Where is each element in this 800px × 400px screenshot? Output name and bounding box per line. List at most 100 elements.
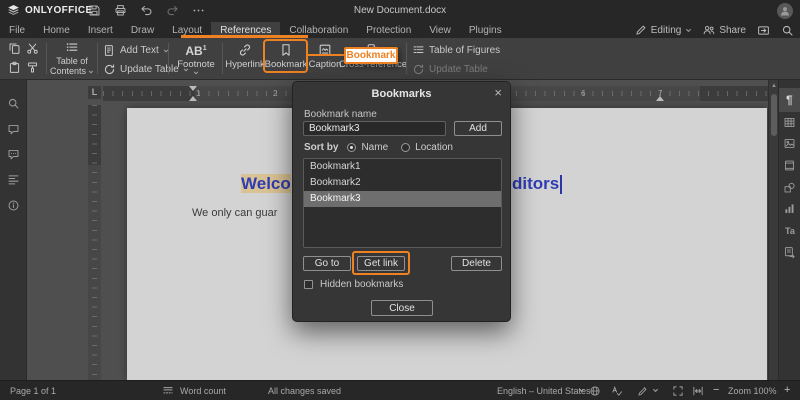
- annotation-connector-line: [308, 54, 344, 56]
- copy-button[interactable]: [8, 42, 21, 55]
- update-table-figures-button[interactable]: Update Table: [412, 63, 488, 76]
- list-item-bookmark3[interactable]: Bookmark3: [304, 191, 501, 207]
- undo-button[interactable]: [140, 4, 153, 17]
- table-of-figures-label: Table of Figures: [429, 45, 500, 56]
- update-table-figures-label: Update Table: [429, 64, 488, 75]
- bookmark-icon: [279, 43, 293, 57]
- fit-page-icon[interactable]: [672, 385, 684, 397]
- table-of-figures-button[interactable]: Table of Figures: [412, 44, 500, 57]
- tab-insert[interactable]: Insert: [79, 22, 122, 38]
- tab-plugins[interactable]: Plugins: [460, 22, 511, 38]
- open-file-location-button[interactable]: [757, 24, 770, 37]
- text-cursor: [560, 175, 562, 194]
- editing-mode-dropdown[interactable]: Editing: [635, 24, 693, 36]
- paragraph-settings-icon[interactable]: ¶: [786, 93, 793, 107]
- image-settings-icon[interactable]: [783, 137, 796, 150]
- add-button[interactable]: Add: [454, 121, 502, 136]
- heading-text-right[interactable]: ditors: [512, 174, 562, 194]
- bookmark-label: Bookmark: [265, 59, 308, 70]
- sort-location-label[interactable]: Location: [415, 142, 453, 153]
- more-quick-actions-button[interactable]: [192, 4, 205, 17]
- navigation-headings-icon[interactable]: [7, 173, 20, 186]
- mail-merge-icon[interactable]: [783, 246, 796, 259]
- print-button[interactable]: [114, 4, 127, 17]
- cut-button[interactable]: [26, 42, 39, 55]
- table-of-contents-button[interactable]: Table of Contents: [50, 41, 94, 76]
- hyperlink-button[interactable]: Hyperlink: [226, 43, 264, 70]
- bookmark-name-input[interactable]: [303, 121, 446, 136]
- caption-button[interactable]: Caption: [309, 43, 341, 70]
- text-art-settings-icon[interactable]: Ta: [785, 226, 795, 236]
- share-button[interactable]: Share: [703, 24, 746, 36]
- caption-label: Caption: [309, 59, 342, 70]
- hanging-indent-marker[interactable]: [189, 96, 197, 101]
- bookmark-button[interactable]: Bookmark: [266, 43, 306, 70]
- bookmark-name-label: Bookmark name: [304, 109, 377, 120]
- add-text-label: Add Text: [120, 45, 159, 56]
- go-to-button[interactable]: Go to: [303, 256, 351, 271]
- hidden-bookmarks-checkbox[interactable]: [304, 280, 313, 289]
- sort-by-row: Sort by Name Location: [304, 142, 466, 153]
- sort-location-radio[interactable]: [401, 143, 410, 152]
- paste-button[interactable]: [8, 61, 21, 74]
- spell-check-icon[interactable]: [611, 385, 623, 397]
- tab-view[interactable]: View: [420, 22, 460, 38]
- toolbar-separator: [97, 43, 98, 74]
- list-item-bookmark1[interactable]: Bookmark1: [304, 159, 501, 175]
- right-indent-marker[interactable]: [656, 96, 664, 101]
- language-selector[interactable]: English – United States: [497, 386, 591, 396]
- chevron-down-icon[interactable]: [578, 387, 585, 394]
- chart-settings-icon[interactable]: [783, 202, 796, 215]
- user-avatar[interactable]: [777, 3, 793, 19]
- track-changes-icon[interactable]: [637, 385, 649, 397]
- tab-home[interactable]: Home: [34, 22, 79, 38]
- list-item-bookmark2[interactable]: Bookmark2: [304, 175, 501, 191]
- set-language-globe-icon[interactable]: [589, 385, 601, 397]
- page-indicator[interactable]: Page 1 of 1: [10, 386, 56, 396]
- delete-button[interactable]: Delete: [451, 256, 502, 271]
- body-text[interactable]: We only can guar: [192, 207, 277, 219]
- vertical-ruler[interactable]: [88, 105, 101, 380]
- heading-text-left[interactable]: Welco: [241, 174, 291, 194]
- redo-button[interactable]: [166, 4, 179, 17]
- zoom-in-button[interactable]: +: [784, 384, 790, 396]
- search-icon[interactable]: [781, 24, 794, 37]
- comments-icon[interactable]: [7, 123, 20, 136]
- sort-name-radio[interactable]: [347, 143, 356, 152]
- tab-protection[interactable]: Protection: [357, 22, 420, 38]
- update-table-label: Update Table: [120, 64, 179, 75]
- scrollbar-thumb[interactable]: [771, 94, 777, 136]
- close-button[interactable]: Close: [371, 300, 433, 316]
- about-info-icon[interactable]: [7, 199, 20, 212]
- zoom-level[interactable]: Zoom 100%: [728, 386, 777, 396]
- quick-access-toolbar: [88, 4, 205, 17]
- table-settings-icon[interactable]: [783, 116, 796, 129]
- tab-file[interactable]: File: [0, 22, 34, 38]
- save-button[interactable]: [88, 4, 101, 17]
- vertical-scrollbar[interactable]: ▲: [768, 80, 778, 380]
- word-count-label[interactable]: Word count: [180, 386, 226, 396]
- chevron-down-icon: [193, 70, 199, 76]
- footnote-button[interactable]: AB1 Footnote: [172, 43, 220, 76]
- share-people-icon: [703, 24, 715, 36]
- title-bar: ONLYOFFICE New Document.docx: [0, 0, 800, 22]
- add-text-button[interactable]: Add Text: [103, 44, 169, 57]
- get-link-button[interactable]: Get link: [357, 256, 405, 271]
- zoom-out-button[interactable]: −: [713, 384, 719, 396]
- tab-stop-selector[interactable]: L: [88, 86, 101, 99]
- fit-width-icon[interactable]: [692, 385, 704, 397]
- chevron-down-icon[interactable]: [652, 387, 659, 394]
- sort-name-label[interactable]: Name: [361, 142, 388, 153]
- chat-icon[interactable]: [7, 148, 20, 161]
- shape-settings-icon[interactable]: [783, 181, 796, 194]
- hidden-bookmarks-label[interactable]: Hidden bookmarks: [320, 279, 403, 290]
- word-count-icon[interactable]: [162, 385, 174, 397]
- close-icon[interactable]: ×: [494, 84, 502, 102]
- tab-draw[interactable]: Draw: [122, 22, 163, 38]
- first-line-indent-marker[interactable]: [189, 86, 197, 91]
- onlyoffice-logo-icon: [7, 4, 20, 17]
- format-painter-button[interactable]: [26, 61, 39, 74]
- header-footer-settings-icon[interactable]: [783, 159, 796, 172]
- share-label: Share: [719, 25, 746, 36]
- search-icon[interactable]: [7, 97, 20, 110]
